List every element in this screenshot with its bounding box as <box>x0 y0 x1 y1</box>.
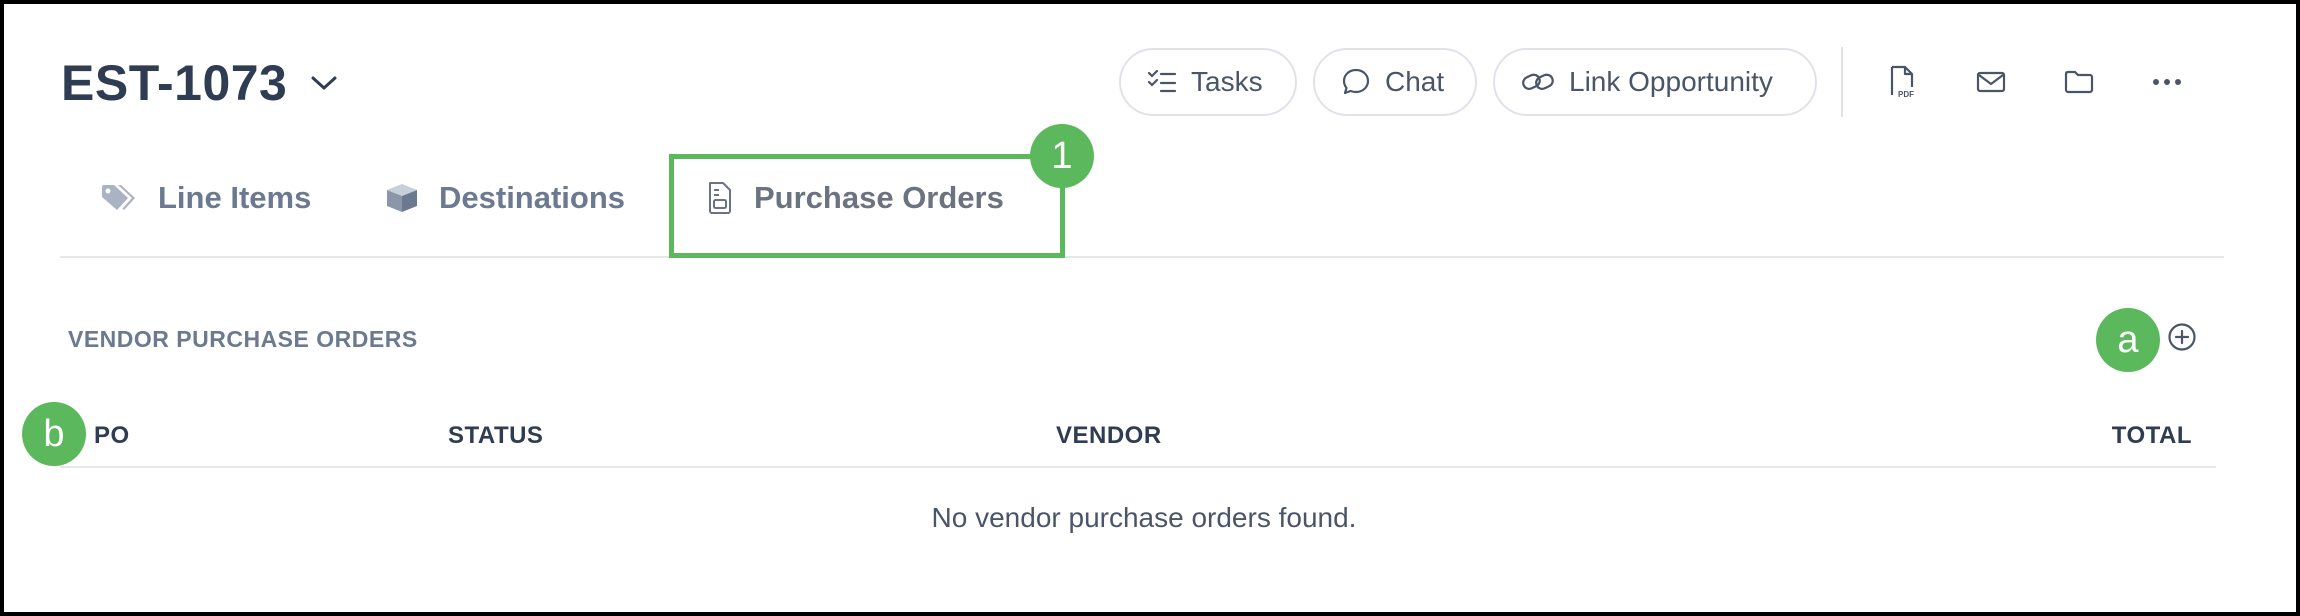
folder-icon <box>2064 70 2094 94</box>
section-title: VENDOR PURCHASE ORDERS <box>68 326 418 352</box>
tasks-button[interactable]: Tasks <box>1119 48 1297 116</box>
column-header-total[interactable]: TOTAL <box>2112 422 2192 450</box>
tab-label: Line Items <box>158 180 312 215</box>
link-icon <box>1522 73 1554 90</box>
table-header: PO STATUS VENDOR TOTAL <box>60 412 2216 468</box>
page-title: EST-1073 <box>61 55 288 111</box>
empty-state-message: No vendor purchase orders found. <box>931 502 1357 533</box>
callout-badge-a: a <box>2096 308 2160 372</box>
tasks-label: Tasks <box>1191 66 1263 97</box>
add-purchase-order-button[interactable] <box>2165 320 2199 354</box>
chevron-down-icon[interactable] <box>309 68 339 98</box>
mail-icon <box>1976 71 2006 93</box>
column-header-vendor[interactable]: VENDOR <box>1056 422 1162 450</box>
divider <box>1841 47 1843 117</box>
box-icon <box>387 184 417 212</box>
chat-button[interactable]: Chat <box>1313 48 1477 116</box>
tab-line-items[interactable]: Line Items <box>100 180 311 216</box>
tab-destinations[interactable]: Destinations <box>385 180 625 216</box>
tag-icon <box>102 185 135 210</box>
header-actions: Tasks Chat Link Opportunity PDF <box>1119 47 2225 117</box>
svg-text:PDF: PDF <box>1898 90 1914 99</box>
tab-label: Destinations <box>439 180 626 215</box>
callout-highlight-box <box>669 154 1065 258</box>
column-header-status[interactable]: STATUS <box>448 422 543 450</box>
column-header-po[interactable]: PO <box>94 422 130 450</box>
more-icon <box>2153 79 2181 85</box>
plus-circle-icon <box>2168 323 2196 351</box>
pdf-button[interactable]: PDF <box>1873 52 1933 112</box>
tasks-icon <box>1147 69 1177 93</box>
tab-bar: Line Items Destinations Purchase Orders <box>60 134 2224 258</box>
title-area[interactable]: EST-1073 <box>61 54 339 112</box>
chat-icon <box>1342 68 1370 95</box>
app-frame: EST-1073 Tasks Chat Link Opportunity PDF… <box>4 4 2296 612</box>
chat-label: Chat <box>1385 66 1445 97</box>
link-opportunity-button[interactable]: Link Opportunity <box>1493 48 1817 116</box>
pdf-icon: PDF <box>1890 65 1914 99</box>
folder-button[interactable] <box>2049 52 2109 112</box>
more-button[interactable] <box>2137 52 2197 112</box>
callout-badge-1: 1 <box>1030 124 1094 188</box>
link-opportunity-label: Link Opportunity <box>1569 66 1773 97</box>
mail-button[interactable] <box>1961 52 2021 112</box>
